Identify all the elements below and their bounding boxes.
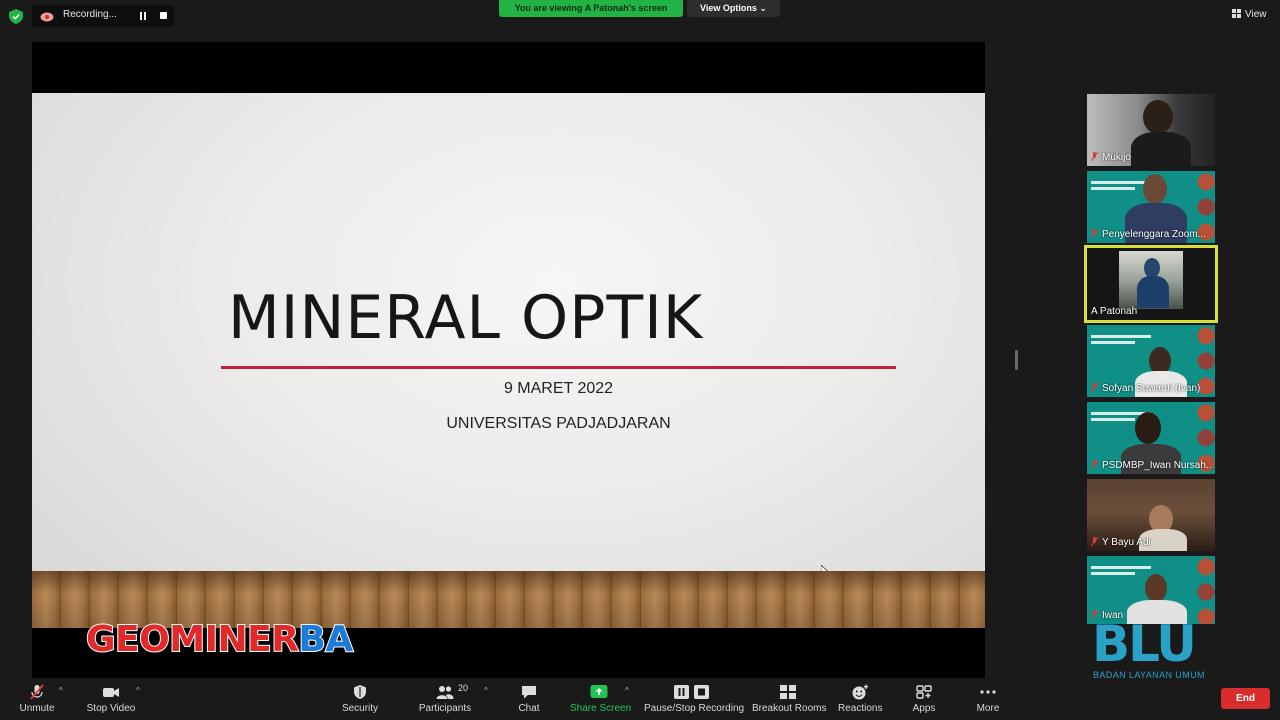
top-bar: Recording... You are viewing A Patonah's… [0,0,1280,32]
chat-icon [522,686,536,699]
participant-head [1143,174,1167,204]
view-button[interactable]: View [1232,9,1267,20]
slide-date: 9 MARET 2022 [503,380,614,397]
banner-text [1091,572,1135,575]
participant-name: Y Bayu Adi [1091,537,1151,548]
participant-name: A Patonah [1091,306,1138,317]
unmute-button[interactable]: Unmute ^ [12,678,63,720]
ornament [1185,556,1215,624]
participants-icon [436,686,454,699]
video-icon [103,688,119,697]
participant-name: Penyelenggara Zoom... [1091,229,1206,240]
unmute-label: Unmute [19,703,55,714]
brand-miner: MINER [168,619,300,661]
participant-tile[interactable]: Penyelenggara Zoom... [1087,171,1215,243]
participant-name: Mukijo [1091,152,1131,163]
more-button[interactable]: More [970,678,1006,720]
presentation-slide: MINERAL OPTIK 9 MARET 2022 UNIVERSITAS P… [32,93,985,628]
geominerba-logo: GEOMINERBA [85,619,354,661]
view-options-button[interactable]: View Options ⌄ [687,0,780,17]
participant-tile[interactable]: Sofyan Suwardi (Ivan) [1087,325,1215,397]
shield-icon[interactable] [9,9,23,24]
participant-name: Sofyan Suwardi (Ivan) [1091,383,1200,394]
participant-head [1144,258,1160,278]
slide-title-underline [221,366,896,369]
share-screen-icon [590,685,608,698]
panel-resize-handle[interactable] [1015,350,1018,370]
participant-tile[interactable]: Iwan [1087,556,1215,624]
participant-tile[interactable]: PSDMBP_Iwan Nursah... [1087,402,1215,474]
participant-tile-active-speaker[interactable]: A Patonah [1084,245,1218,323]
participant-head [1145,574,1167,602]
caret-up-icon[interactable]: ^ [59,686,63,695]
apps-icon [916,685,932,699]
blu-logo: BLU [1092,615,1197,673]
grid-icon [1232,9,1241,18]
brand-geo: GEO [85,619,171,661]
pause-icon[interactable] [138,11,148,21]
caret-up-icon[interactable]: ^ [625,686,629,695]
banner-text [1091,341,1135,344]
view-label: View [1245,9,1267,20]
slide-title: MINERAL OPTIK [228,283,704,353]
stop-video-button[interactable]: Stop Video ^ [84,678,140,720]
reactions-button[interactable]: Reactions [838,678,882,720]
mic-muted-icon [1091,383,1098,392]
chat-button[interactable]: Chat [512,678,546,720]
share-screen-label: Share Screen [570,703,632,714]
viewing-banner: You are viewing A Patonah's screen [499,0,683,17]
participant-name: PSDMBP_Iwan Nursah... [1091,460,1211,471]
mic-muted-icon [1091,537,1098,546]
banner-text [1091,418,1135,421]
banner-text [1091,181,1151,184]
pause-stop-icon [674,685,709,699]
reactions-label: Reactions [838,703,883,714]
pause-stop-label: Pause/Stop Recording [644,703,745,714]
share-screen-button[interactable]: Share Screen ^ [570,678,632,720]
stop-icon[interactable] [160,12,167,19]
banner-text [1091,187,1135,190]
participant-tile[interactable]: Y Bayu Adi [1087,479,1215,551]
banner-text [1091,335,1151,338]
mic-muted-icon [30,684,44,700]
banner-text [1091,566,1151,569]
recording-indicator: Recording... [32,5,174,27]
more-label: More [976,703,1000,714]
participant-body [1131,132,1191,166]
mic-muted-icon [1091,229,1098,238]
breakout-label: Breakout Rooms [752,703,827,714]
participant-tile[interactable]: Mukijo [1087,94,1215,166]
more-icon [980,690,996,694]
chat-label: Chat [518,703,540,714]
participants-count: 20 [458,683,469,693]
shared-screen[interactable]: MINERAL OPTIK 9 MARET 2022 UNIVERSITAS P… [32,42,985,678]
participants-button[interactable]: 20 Participants ^ [416,678,488,720]
recording-label: Recording... [63,9,117,20]
participant-head [1135,412,1161,444]
cloud-record-icon [40,12,54,22]
caret-up-icon[interactable]: ^ [484,686,488,695]
meeting-toolbar: Unmute ^ Stop Video ^ Security 20 Partic… [0,678,1280,720]
mic-muted-icon [1091,460,1098,469]
participant-body [1137,276,1169,308]
participants-label: Participants [418,703,472,714]
caret-up-icon[interactable]: ^ [136,686,140,695]
brand-ba: BA [297,619,354,661]
pause-stop-recording-button[interactable]: Pause/Stop Recording [644,678,745,720]
apps-label: Apps [912,703,936,714]
security-label: Security [341,703,379,714]
stop-video-label: Stop Video [86,703,136,714]
mic-muted-icon [1091,152,1098,161]
security-button[interactable]: Security [338,678,382,720]
participant-head [1143,100,1173,134]
breakout-icon [780,685,796,699]
apps-button[interactable]: Apps [908,678,940,720]
breakout-rooms-button[interactable]: Breakout Rooms [752,678,827,720]
reactions-icon [852,684,869,700]
slide-university: UNIVERSITAS PADJADJARAN [446,415,671,432]
end-meeting-button[interactable]: End [1221,688,1270,709]
security-icon [354,685,366,699]
